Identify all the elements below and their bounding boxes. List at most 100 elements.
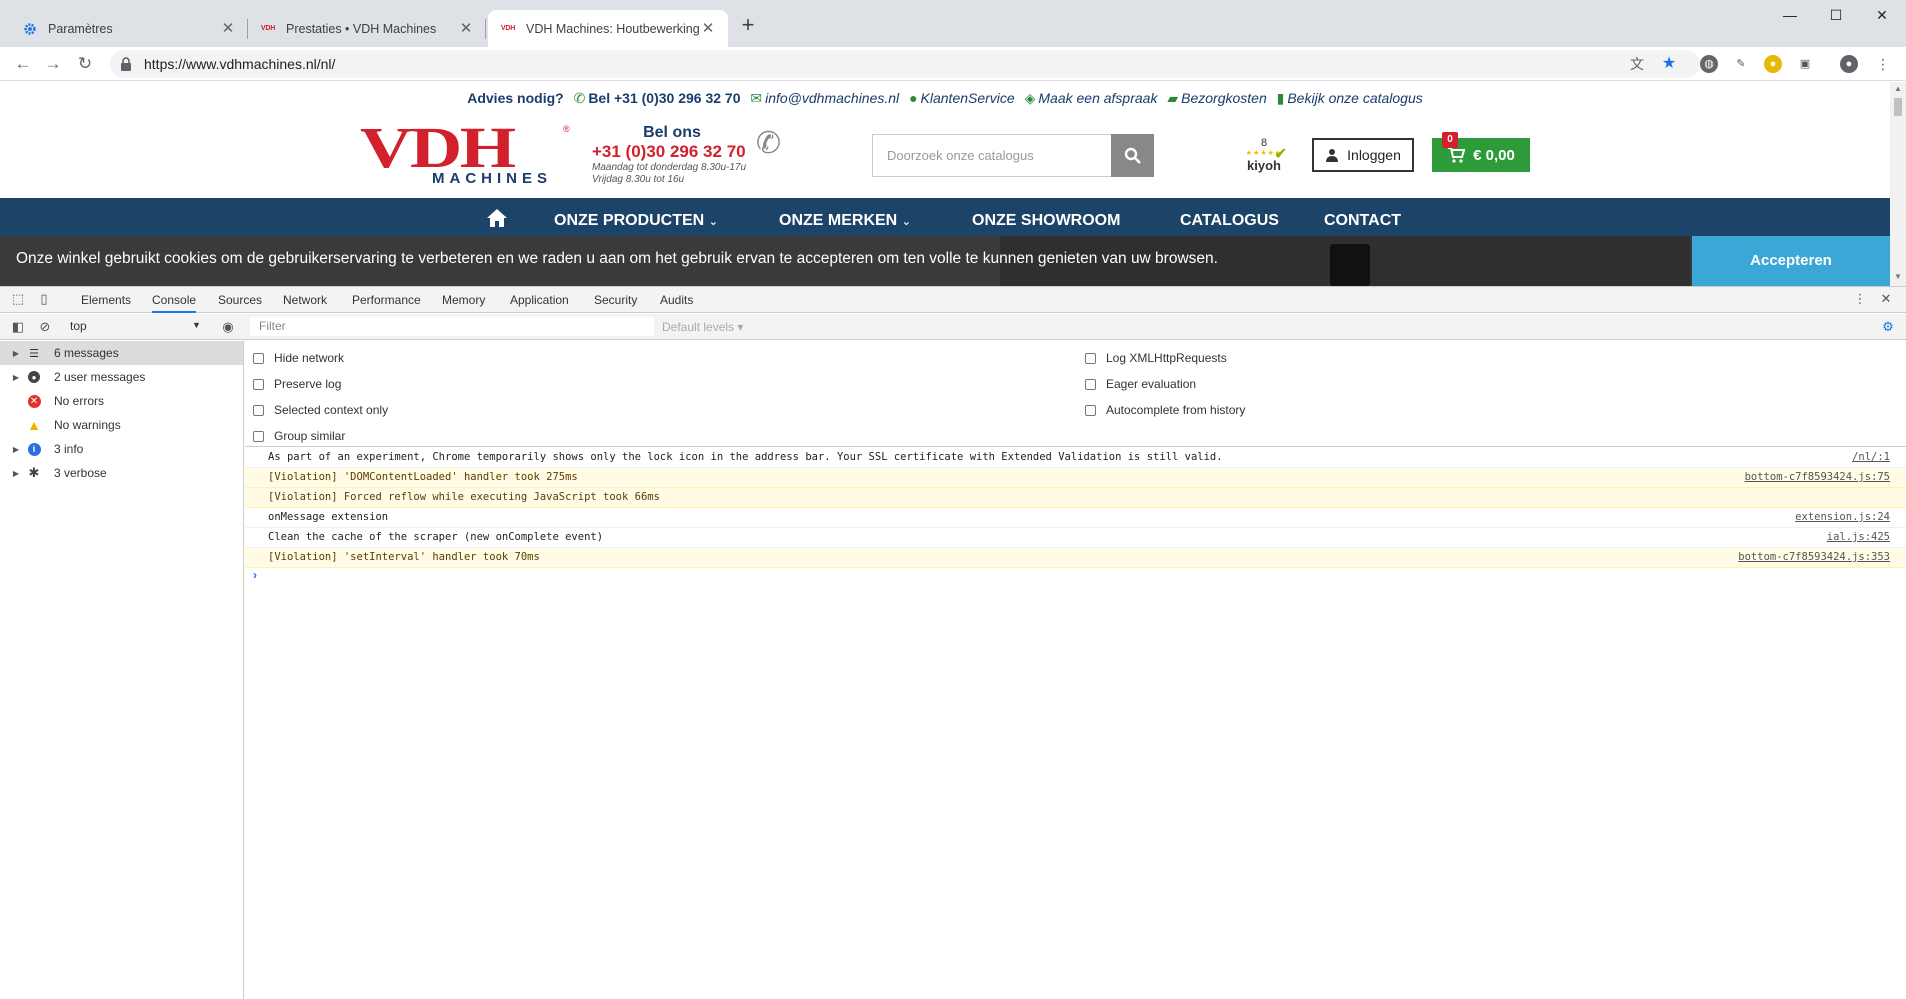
hero-machine-image [1330, 244, 1370, 286]
catalogus-link[interactable]: Bekijk onze catalogus [1287, 90, 1422, 106]
cookie-text: Onze winkel gebruikt cookies om de gebru… [16, 250, 1218, 267]
tab-close-icon[interactable]: ✕ [700, 20, 716, 37]
message-source-link[interactable]: bottom-c7f8593424.js:353 [1738, 548, 1890, 567]
bookmark-star-icon[interactable]: ★ [1660, 55, 1678, 73]
extension-coin-icon[interactable]: ● [1764, 55, 1782, 73]
tab-close-icon[interactable]: ✕ [220, 20, 236, 37]
sidebar-item-messages[interactable]: ▶ ☰ 6 messages [0, 341, 243, 365]
expand-triangle-icon[interactable]: ▶ [10, 469, 22, 478]
nav-contact[interactable]: CONTACT [1324, 212, 1401, 230]
tab-prestaties[interactable]: VDH Prestaties • VDH Machines ✕ [248, 10, 486, 47]
kiyoh-badge[interactable]: 8 ★★★★★ kiyoh ✔ [1234, 138, 1294, 178]
close-window-button[interactable]: ✕ [1862, 4, 1902, 26]
sidebar-item-warnings[interactable]: ▲ No warnings [0, 413, 243, 437]
sidebar-item-info[interactable]: ▶ i 3 info [0, 437, 243, 461]
devtools-close-icon[interactable]: ✕ [1878, 291, 1894, 307]
search-button[interactable] [1111, 134, 1154, 177]
autocomplete-history-checkbox[interactable]: Autocomplete from history [1085, 403, 1245, 417]
console-filter-input[interactable]: Filter [250, 317, 654, 336]
message-source-link[interactable]: ial.js:425 [1827, 528, 1890, 547]
reload-icon[interactable]: ↻ [74, 53, 96, 75]
preserve-log-checkbox[interactable]: Preserve log [253, 377, 341, 391]
advies-text: Advies nodig? [467, 90, 564, 106]
afspraak-link[interactable]: Maak een afspraak [1038, 90, 1157, 106]
forward-icon[interactable]: → [42, 53, 64, 75]
expand-triangle-icon[interactable]: ▶ [10, 373, 22, 382]
console-message-violation: [Violation] Forced reflow while executin… [245, 488, 1906, 508]
main-nav: ONZE PRODUCTEN ⌄ ONZE MERKEN ⌄ ONZE SHOW… [0, 198, 1890, 236]
eyedropper-icon[interactable]: ✎ [1732, 55, 1750, 73]
tab-title: Paramètres [48, 21, 113, 36]
back-icon[interactable]: ← [12, 53, 34, 75]
list-icon: ☰ [29, 347, 39, 360]
expand-triangle-icon[interactable]: ▶ [10, 445, 22, 454]
menu-dots-icon[interactable]: ⋮ [1874, 55, 1892, 73]
vdh-logo[interactable]: VDH ® MACHINES [360, 119, 570, 188]
tab-memory[interactable]: Memory [442, 287, 485, 313]
extension-bag-icon[interactable]: ▣ [1796, 55, 1814, 73]
login-button[interactable]: Inloggen [1312, 138, 1414, 172]
tab-application[interactable]: Application [510, 287, 569, 313]
klantenservice-link[interactable]: KlantenService [921, 90, 1015, 106]
devtools-menu-icon[interactable]: ⋮ [1852, 291, 1868, 307]
page-scrollbar[interactable]: ▲ ▼ [1890, 82, 1906, 286]
maximize-button[interactable]: ☐ [1816, 4, 1856, 26]
tab-vdh-machines[interactable]: VDH VDH Machines: Houtbewerking, ✕ [488, 10, 728, 47]
nav-onze-showroom[interactable]: ONZE SHOWROOM [972, 212, 1120, 230]
tab-elements[interactable]: Elements [81, 287, 131, 313]
scroll-up-icon[interactable]: ▲ [1894, 84, 1902, 93]
inspect-element-icon[interactable]: ⬚ [10, 291, 26, 307]
nav-onze-merken[interactable]: ONZE MERKEN ⌄ [779, 212, 911, 230]
call-heading: Bel ons [643, 124, 701, 141]
console-prompt-input[interactable]: › [253, 568, 257, 582]
tab-sources[interactable]: Sources [218, 287, 262, 313]
log-xhr-checkbox[interactable]: Log XMLHttpRequests [1085, 351, 1227, 365]
new-tab-button[interactable]: + [736, 14, 760, 38]
user-icon: ● [28, 371, 40, 383]
message-source-link[interactable]: /nl/:1 [1852, 448, 1890, 467]
message-source-link[interactable]: extension.js:24 [1795, 508, 1890, 527]
tab-parametres[interactable]: Paramètres ✕ [10, 10, 248, 47]
tab-audits[interactable]: Audits [660, 287, 693, 313]
vdh-favicon: VDH [260, 25, 276, 32]
sidebar-item-errors[interactable]: ✕ No errors [0, 389, 243, 413]
scrollbar-thumb[interactable] [1894, 98, 1902, 116]
sidebar-item-verbose[interactable]: ▶ ✱ 3 verbose [0, 461, 243, 485]
extension-globe-icon[interactable]: ◍ [1700, 55, 1718, 73]
clear-console-icon[interactable]: ⊘ [37, 319, 53, 335]
scroll-down-icon[interactable]: ▼ [1894, 272, 1902, 281]
user-icon [1326, 149, 1339, 162]
selected-context-checkbox[interactable]: Selected context only [253, 403, 388, 417]
console-settings-gear-icon[interactable]: ⚙ [1880, 319, 1896, 335]
log-levels-dropdown[interactable]: Default levels ▾ [662, 320, 743, 334]
tab-console[interactable]: Console [152, 287, 197, 313]
bezorgkosten-link[interactable]: Bezorgkosten [1181, 90, 1267, 106]
nav-onze-producten[interactable]: ONZE PRODUCTEN ⌄ [554, 212, 718, 230]
nav-catalogus[interactable]: CATALOGUS [1180, 212, 1279, 230]
sidebar-toggle-icon[interactable]: ◧ [10, 319, 26, 335]
url-text: https://www.vdhmachines.nl/nl/ [144, 56, 336, 72]
device-toolbar-icon[interactable]: ▯ [36, 291, 52, 307]
context-selector[interactable]: top [70, 319, 87, 333]
tab-network[interactable]: Network [283, 287, 327, 313]
message-source-link[interactable]: bottom-c7f8593424.js:75 [1745, 468, 1890, 487]
context-dropdown-icon[interactable]: ▼ [192, 320, 201, 330]
hide-network-checkbox[interactable]: Hide network [253, 351, 344, 365]
group-similar-checkbox[interactable]: Group similar [253, 429, 345, 443]
eager-evaluation-checkbox[interactable]: Eager evaluation [1085, 377, 1196, 391]
expand-triangle-icon[interactable]: ▶ [10, 349, 22, 358]
tab-title: VDH Machines: Houtbewerking, [526, 21, 700, 36]
minimize-button[interactable]: — [1770, 4, 1810, 26]
live-expression-eye-icon[interactable]: ◉ [220, 319, 236, 335]
sidebar-item-user-messages[interactable]: ▶ ● 2 user messages [0, 365, 243, 389]
tab-security[interactable]: Security [594, 287, 637, 313]
tab-performance[interactable]: Performance [352, 287, 421, 313]
home-icon[interactable] [486, 208, 508, 233]
topline-email-link[interactable]: info@vdhmachines.nl [765, 90, 899, 106]
profile-icon[interactable]: ● [1840, 55, 1858, 73]
topline-phone-link[interactable]: Bel +31 (0)30 296 32 70 [588, 90, 740, 106]
address-bar[interactable]: https://www.vdhmachines.nl/nl/ [110, 50, 1700, 78]
accept-cookies-button[interactable]: Accepteren [1692, 236, 1890, 286]
translate-icon[interactable]: 文 [1628, 55, 1646, 73]
tab-close-icon[interactable]: ✕ [458, 20, 474, 37]
